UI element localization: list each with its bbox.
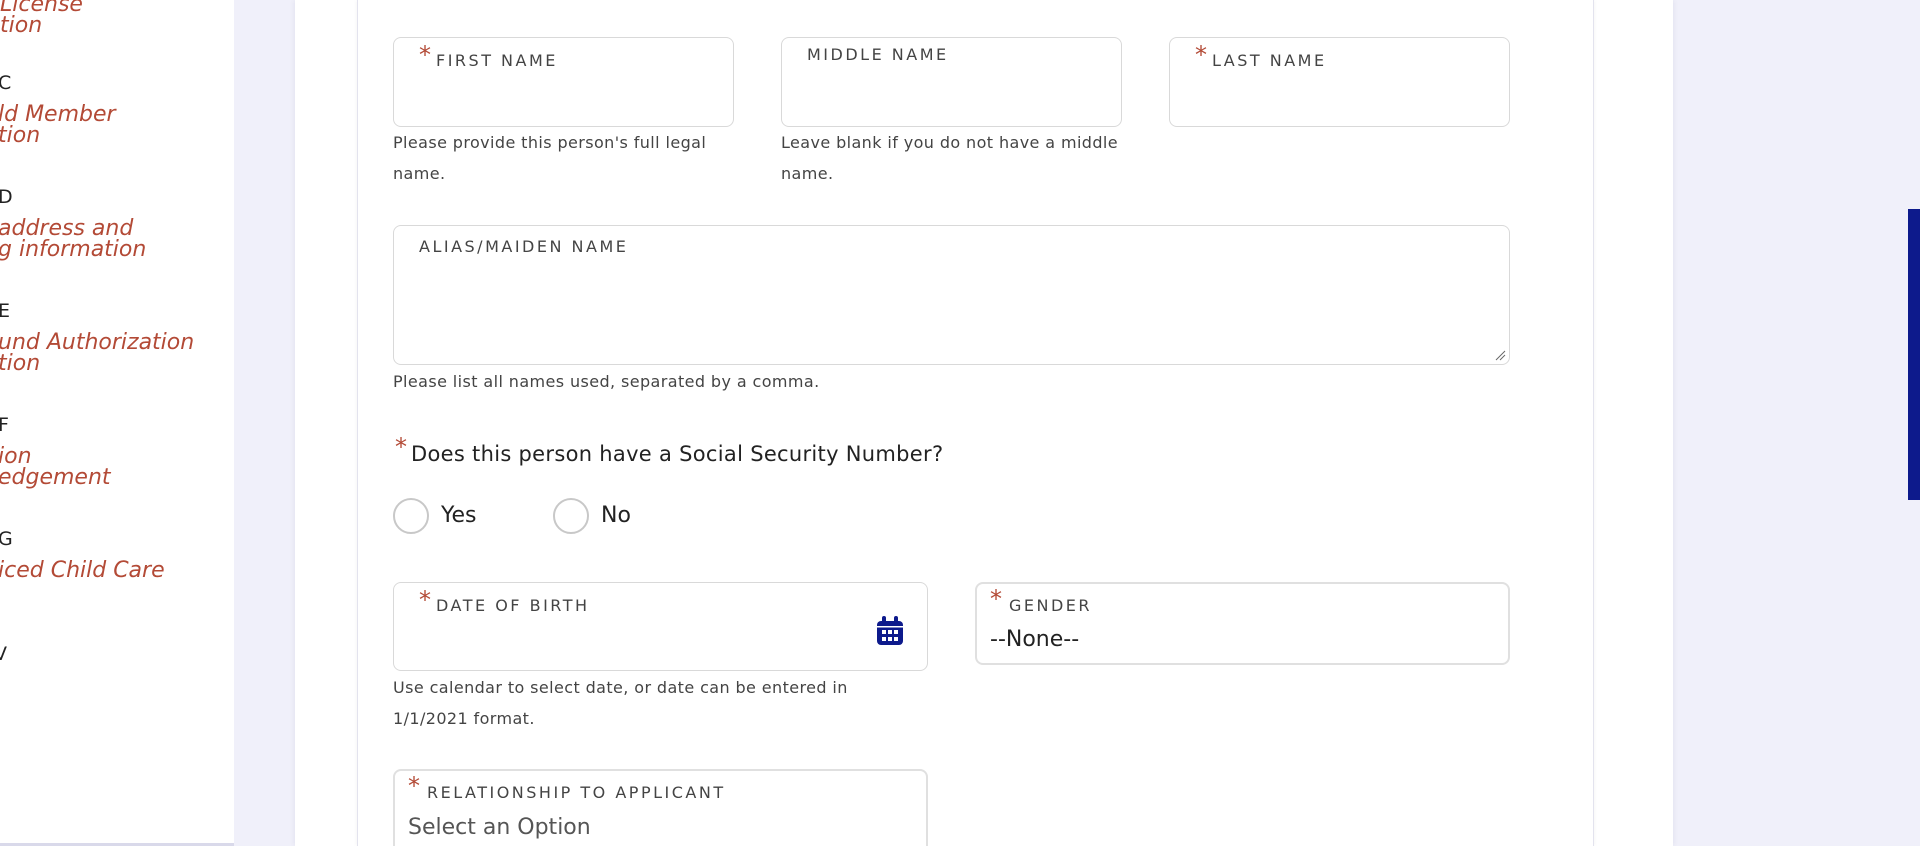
step-title-line: und Authorization [0, 330, 195, 355]
last-name-field[interactable]: * LAST NAME [1169, 37, 1510, 127]
step-sidebar: License tion C ld Member tion D address … [0, 0, 234, 846]
step-title: ion edgement [0, 444, 111, 490]
middle-name-label: MIDDLE NAME [807, 45, 949, 64]
step-title-line: tion [0, 13, 43, 38]
step-title: iced Child Care [0, 558, 165, 583]
step-title: und Authorization tion [0, 330, 195, 376]
ssn-question-label: Does this person have a Social Security … [411, 442, 944, 466]
resize-grip-icon[interactable] [1494, 349, 1506, 361]
required-marker: * [419, 41, 431, 69]
step-title-line: edgement [0, 465, 111, 490]
step-title-line: tion [0, 123, 41, 148]
step-letter: D [0, 186, 13, 208]
first-name-help: Please provide this person's full legal … [393, 133, 707, 183]
middle-name-help: Leave blank if you do not have a middle … [781, 133, 1119, 183]
step-title-line: tion [0, 351, 41, 376]
step-title-line: g information [0, 237, 147, 262]
date-of-birth-help: Use calendar to select date, or date can… [393, 678, 848, 728]
gender-value: --None-- [990, 627, 1080, 652]
form-card: * FIRST NAME Please provide this person'… [357, 0, 1594, 846]
alias-textarea[interactable]: ALIAS/MAIDEN NAME [393, 225, 1510, 365]
step-letter: V [0, 643, 7, 665]
step-title: ld Member tion [0, 102, 116, 148]
date-of-birth-label: DATE OF BIRTH [436, 596, 590, 615]
step-letter: G [0, 528, 13, 550]
ssn-no-label[interactable]: No [601, 503, 631, 528]
ssn-yes-label[interactable]: Yes [441, 503, 477, 528]
step-title-line: address and [0, 216, 134, 241]
step-letter: C [0, 72, 11, 94]
step-letter: F [0, 414, 9, 436]
scrollbar-thumb[interactable] [1908, 209, 1920, 500]
relationship-select[interactable]: * RELATIONSHIP TO APPLICANT Select an Op… [393, 769, 928, 846]
first-name-label: FIRST NAME [436, 51, 558, 70]
required-marker: * [408, 772, 420, 800]
calendar-icon[interactable] [876, 616, 904, 646]
step-letter: E [0, 300, 10, 322]
required-marker: * [395, 433, 407, 461]
relationship-label: RELATIONSHIP TO APPLICANT [427, 783, 726, 802]
ssn-yes-radio[interactable] [393, 498, 429, 534]
step-title-line: iced Child Care [0, 558, 165, 583]
alias-help: Please list all names used, separated by… [393, 372, 820, 391]
alias-label: ALIAS/MAIDEN NAME [419, 237, 629, 256]
relationship-placeholder: Select an Option [408, 815, 591, 840]
middle-name-field[interactable]: MIDDLE NAME [781, 37, 1122, 127]
required-marker: * [1195, 41, 1207, 69]
gender-label: GENDER [1009, 596, 1093, 615]
step-title: License tion [0, 0, 83, 38]
required-marker: * [990, 585, 1002, 613]
step-title-line: ld Member [0, 102, 116, 127]
required-marker: * [419, 586, 431, 614]
step-title-line: ion [0, 444, 32, 469]
last-name-label: LAST NAME [1212, 51, 1327, 70]
gender-select[interactable]: * GENDER --None-- [975, 582, 1510, 665]
ssn-no-radio[interactable] [553, 498, 589, 534]
first-name-field[interactable]: * FIRST NAME [393, 37, 734, 127]
step-title: address and g information [0, 216, 147, 262]
date-of-birth-field[interactable]: * DATE OF BIRTH [393, 582, 928, 671]
